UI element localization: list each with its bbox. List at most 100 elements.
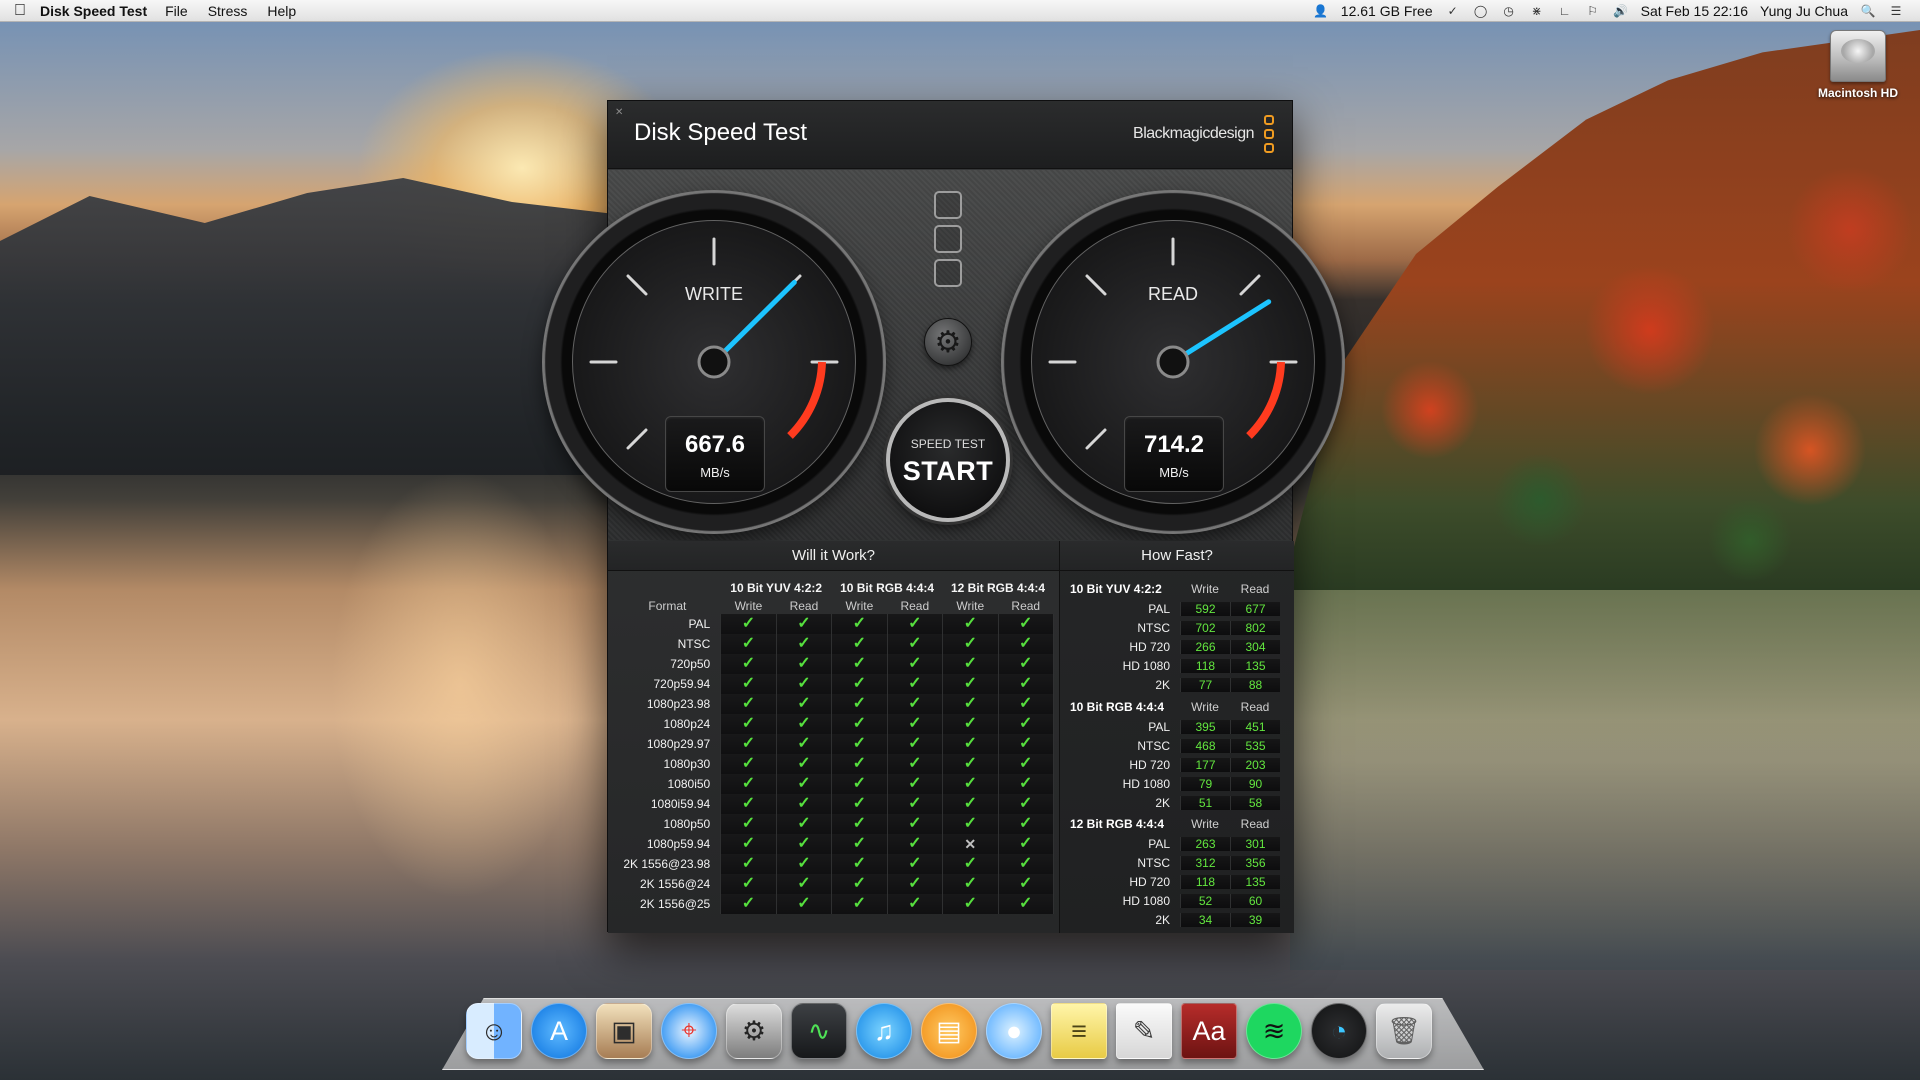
check-icon: ✓ <box>908 875 922 892</box>
test-slot-2[interactable] <box>934 225 962 253</box>
check-icon: ✓ <box>741 675 756 692</box>
compat-cell: ✓ <box>720 794 777 814</box>
check-icon: ✓ <box>797 835 811 852</box>
check-icon: ✓ <box>797 775 811 792</box>
speed-row-label: HD 1080 <box>1122 658 1170 673</box>
check-icon: ✓ <box>797 855 811 872</box>
messages-icon[interactable]: ● <box>986 1003 1042 1059</box>
check-icon: ✓ <box>908 615 922 632</box>
notification-center-icon[interactable]: ☰ <box>1888 4 1904 18</box>
lake-reflection <box>330 470 590 900</box>
speed-read-value: 135 <box>1230 658 1280 673</box>
compat-cell: ✓ <box>942 734 999 754</box>
system-preferences-icon[interactable]: ⚙ <box>726 1003 782 1059</box>
speed-write-value: 468 <box>1180 738 1230 753</box>
check-icon: ✓ <box>797 875 811 892</box>
compat-cell: ✓ <box>997 694 1054 714</box>
speed-read-value: 203 <box>1230 757 1280 772</box>
spotlight-search-icon[interactable]: 🔍 <box>1860 4 1876 18</box>
check-icon: ✓ <box>908 755 922 772</box>
check-icon: ✓ <box>741 755 756 772</box>
finder-icon[interactable]: ☺ <box>466 1003 522 1059</box>
compat-cell: ✓ <box>831 694 888 714</box>
check-icon: ✓ <box>963 855 977 872</box>
user-status-icon[interactable]: 👤 <box>1313 4 1329 18</box>
speed-row: PAL 263 301 <box>1070 834 1284 853</box>
flag-icon[interactable]: ⚐ <box>1585 4 1601 18</box>
speed-row-label: PAL <box>1148 719 1170 734</box>
itunes-icon[interactable]: ♫ <box>856 1003 912 1059</box>
trash-icon[interactable]: 🗑 <box>1376 1003 1432 1059</box>
wifi-icon[interactable]: ∟ <box>1557 4 1573 18</box>
check-icon: ✓ <box>797 715 811 732</box>
speed-col-write: Write <box>1191 582 1219 596</box>
app-store-icon[interactable]: A <box>531 1003 587 1059</box>
format-group-header-empty <box>614 579 721 597</box>
speed-write-value: 266 <box>1180 639 1230 654</box>
speed-row-label: PAL <box>1148 836 1170 851</box>
spotify-icon[interactable]: ≋ <box>1246 1003 1302 1059</box>
time-machine-icon[interactable]: ◷ <box>1501 4 1517 18</box>
check-icon: ✓ <box>963 775 977 792</box>
check-icon: ✓ <box>963 875 977 892</box>
close-icon[interactable]: ✕ <box>615 107 623 118</box>
speed-read-value: 60 <box>1230 893 1280 908</box>
check-status-icon[interactable]: ✓ <box>1445 4 1461 18</box>
speed-write-value: 312 <box>1180 855 1230 870</box>
speed-row: HD 720 118 135 <box>1070 872 1284 891</box>
compat-row: 1080p23.98 ✓ ✓ ✓ ✓ ✓ ✓ <box>614 694 1054 714</box>
date-time[interactable]: Sat Feb 15 22:16 <box>1641 3 1748 19</box>
speed-write-value: 118 <box>1180 658 1230 673</box>
stickies-icon[interactable]: ≡ <box>1051 1003 1107 1059</box>
test-slot-1[interactable] <box>934 191 962 219</box>
check-icon: ✓ <box>852 635 867 652</box>
safari-icon[interactable]: ⌖ <box>661 1003 717 1059</box>
hard-drive-icon <box>1830 30 1886 82</box>
check-icon: ✓ <box>1019 695 1033 712</box>
check-icon: ✓ <box>852 855 867 872</box>
format-label: 1080p30 <box>663 757 711 771</box>
activity-monitor-icon[interactable]: ∿ <box>791 1003 847 1059</box>
speed-row-label: 2K <box>1155 677 1170 692</box>
menu-file[interactable]: File <box>165 3 188 19</box>
speed-row-label: NTSC <box>1137 738 1170 753</box>
compat-cell: ✓ <box>720 734 777 754</box>
window-titlebar[interactable]: ✕ Disk Speed Test Blackmagicdesign <box>608 101 1292 169</box>
compat-cell: ✓ <box>997 774 1054 794</box>
disk-free-status[interactable]: 12.61 GB Free <box>1341 3 1433 19</box>
compat-row: 1080p50 ✓ ✓ ✓ ✓ ✓ ✓ <box>614 814 1054 834</box>
check-icon: ✓ <box>908 855 922 872</box>
compat-cell: ✓ <box>997 634 1054 654</box>
check-icon: ✓ <box>1019 755 1033 772</box>
check-icon: ✓ <box>963 635 977 652</box>
compat-cell: ✓ <box>831 654 888 674</box>
compat-cell: ✓ <box>831 834 888 854</box>
compat-cell: ✓ <box>886 834 944 854</box>
dictionary-icon[interactable]: Aa <box>1181 1003 1237 1059</box>
macintosh-hd-drive[interactable]: Macintosh HD <box>1806 30 1910 100</box>
speed-write-value: 177 <box>1180 757 1230 772</box>
speed-write-value: 263 <box>1180 836 1230 851</box>
volume-icon[interactable]: 🔊 <box>1613 4 1629 18</box>
ibooks-icon[interactable]: ▤ <box>921 1003 977 1059</box>
compatibility-table-body: PAL ✓ ✓ ✓ ✓ ✓ ✓ NTSC ✓ ✓ ✓ ✓ ✓ ✓ 720p50 ✓ ✓ ✓ ✓ ✓ ✓ 720p59.94… <box>614 614 1054 914</box>
test-slot-3[interactable] <box>934 259 962 287</box>
disk-speed-test-icon[interactable]: ◔ <box>1311 1003 1367 1059</box>
user-name[interactable]: Yung Ju Chua <box>1760 3 1848 19</box>
check-icon: ✓ <box>741 835 756 852</box>
speed-test-start-button[interactable]: SPEED TEST START <box>886 398 1010 522</box>
menu-help[interactable]: Help <box>267 3 296 19</box>
bluetooth-icon[interactable]: ⋇ <box>1529 4 1545 18</box>
chat-status-icon[interactable]: ◯ <box>1473 4 1489 18</box>
app-menu[interactable]: Disk Speed Test <box>40 3 147 19</box>
compat-cell: ✓ <box>720 754 777 774</box>
preview-icon[interactable]: ▣ <box>596 1003 652 1059</box>
compat-cell: ✓ <box>775 814 833 834</box>
textedit-icon[interactable]: ✎ <box>1116 1003 1172 1059</box>
compat-cell: ✓ <box>886 754 944 774</box>
check-icon: ✓ <box>741 695 756 712</box>
settings-button[interactable]: ⚙ <box>924 318 972 366</box>
apple-menu-icon[interactable]:  <box>0 2 40 20</box>
menu-stress[interactable]: Stress <box>208 3 248 19</box>
compat-cell: ✓ <box>720 614 777 634</box>
